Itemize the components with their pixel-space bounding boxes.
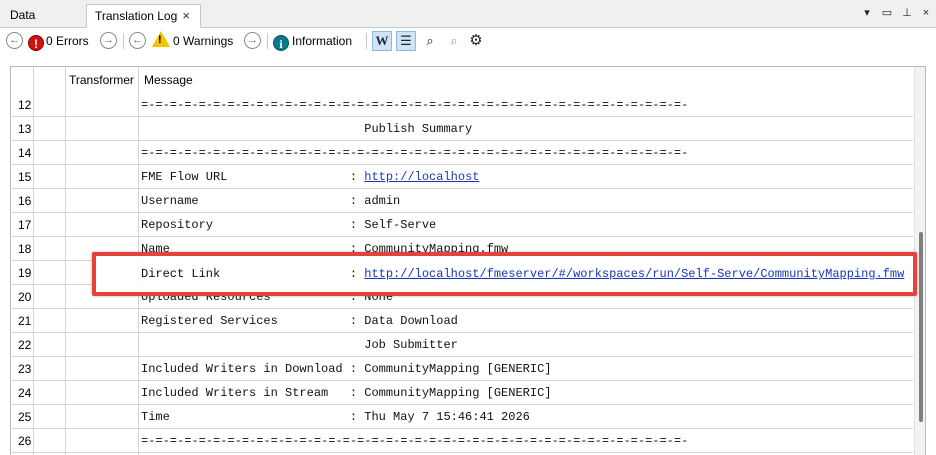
message-text: Username : admin	[141, 194, 401, 208]
message-cell: Publish Summary	[141, 117, 472, 141]
table-row[interactable]: 22 Job Submitter	[11, 333, 913, 357]
message-link[interactable]: http://localhost	[364, 170, 479, 184]
scrollbar-thumb[interactable]	[919, 232, 923, 422]
tab-translation-log[interactable]: Translation Log ×	[86, 4, 201, 28]
errors-label: 0 Errors	[46, 34, 89, 48]
message-text: =-=-=-=-=-=-=-=-=-=-=-=-=-=-=-=-=-=-=-=-…	[141, 434, 689, 448]
message-cell: Username : admin	[141, 189, 400, 213]
log-toolbar: ← ! 0 Errors → ← ! 0 Warnings → i Informati…	[0, 28, 936, 54]
message-text: Registered Services : Data Download	[141, 314, 458, 328]
toolbar-divider	[267, 33, 268, 49]
dropdown-menu-icon[interactable]: ▾	[860, 6, 874, 20]
column-header-message[interactable]: Message	[144, 67, 193, 94]
row-number: 22	[18, 338, 32, 352]
table-row[interactable]: 25 Time : Thu May 7 15:46:41 2026	[11, 405, 913, 429]
row-number: 14	[18, 146, 32, 160]
row-number: 12	[18, 98, 32, 112]
pin-icon[interactable]: ⊥	[900, 6, 914, 20]
next-warning-button[interactable]: →	[244, 32, 261, 49]
float-window-icon[interactable]: ▭	[880, 6, 894, 20]
message-text: Included Writers in Download : Community…	[141, 362, 552, 376]
highlight-box: Direct Link : http://localhost/fmeserver…	[92, 252, 917, 296]
tab-data-preview[interactable]: Data Preview	[2, 4, 86, 44]
direct-link-label: Direct Link :	[141, 267, 365, 281]
row-number: 20	[18, 290, 32, 304]
row-number: 18	[18, 242, 32, 256]
info-icon: i	[273, 35, 289, 51]
information-label: Information	[292, 34, 353, 48]
information-filter-button[interactable]: i Information	[273, 31, 352, 51]
direct-link-message: Direct Link : http://localhost/fmeserver…	[141, 262, 904, 286]
errors-filter-button[interactable]: ! 0 Errors	[28, 31, 89, 51]
close-tab-icon[interactable]: ×	[182, 5, 190, 27]
message-cell: Registered Services : Data Download	[141, 309, 458, 333]
message-cell: Job Submitter	[141, 333, 458, 357]
toolbar-divider	[366, 33, 367, 49]
row-number: 25	[18, 410, 32, 424]
message-cell: FME Flow URL : http://localhost	[141, 165, 479, 189]
previous-warning-button[interactable]: ←	[129, 32, 146, 49]
message-cell: Included Writers in Stream : CommunityMa…	[141, 381, 551, 405]
column-header-transformer[interactable]: Transformer	[69, 67, 134, 94]
row-number: 24	[18, 386, 32, 400]
message-cell: Included Writers in Download : Community…	[141, 357, 551, 381]
row-number: 23	[18, 362, 32, 376]
row-number: 17	[18, 218, 32, 232]
tab-bar: Data Preview Translation Log × ▾ ▭ ⊥ ×	[0, 0, 936, 44]
warning-icon: !	[152, 31, 170, 47]
message-text: Time : Thu May 7 15:46:41 2026	[141, 410, 530, 424]
table-row[interactable]: 26 =-=-=-=-=-=-=-=-=-=-=-=-=-=-=-=-=-=-=-…	[11, 429, 913, 453]
close-panel-icon[interactable]: ×	[919, 6, 933, 20]
message-cell: =-=-=-=-=-=-=-=-=-=-=-=-=-=-=-=-=-=-=-=-…	[141, 141, 688, 165]
table-row[interactable]: 17 Repository : Self-Serve	[11, 213, 913, 237]
table-row[interactable]: 23 Included Writers in Download : Communi…	[11, 357, 913, 381]
message-cell: Repository : Self-Serve	[141, 213, 436, 237]
row-number: 26	[18, 434, 32, 448]
error-icon: !	[28, 35, 44, 51]
table-row[interactable]: 12 =-=-=-=-=-=-=-=-=-=-=-=-=-=-=-=-=-=-=-…	[11, 93, 913, 117]
row-number: 19	[18, 266, 32, 280]
row-number: 21	[18, 314, 32, 328]
settings-icon[interactable]: ⚙	[466, 31, 486, 51]
message-cell: Time : Thu May 7 15:46:41 2026	[141, 405, 530, 429]
list-icon[interactable]: ☰	[396, 31, 416, 51]
message-text: Job Submitter	[141, 338, 458, 352]
find-next-icon[interactable]: ⌕	[444, 31, 464, 51]
row-number: 13	[18, 122, 32, 136]
table-row[interactable]: 21 Registered Services : Data Download	[11, 309, 913, 333]
tab-label: Translation Log	[95, 9, 178, 23]
table-row[interactable]: 15 FME Flow URL : http://localhost	[11, 165, 913, 189]
word-wrap-icon[interactable]: W	[372, 31, 392, 51]
table-row[interactable]: 14 =-=-=-=-=-=-=-=-=-=-=-=-=-=-=-=-=-=-=-…	[11, 141, 913, 165]
next-error-button[interactable]: →	[100, 32, 117, 49]
direct-link-url[interactable]: http://localhost/fmeserver/#/workspaces/…	[364, 267, 904, 281]
previous-error-button[interactable]: ←	[6, 32, 23, 49]
message-text: FME Flow URL :	[141, 170, 365, 184]
message-text: =-=-=-=-=-=-=-=-=-=-=-=-=-=-=-=-=-=-=-=-…	[141, 146, 689, 160]
table-row[interactable]: 16 Username : admin	[11, 189, 913, 213]
message-text: Included Writers in Stream : CommunityMa…	[141, 386, 552, 400]
row-number: 16	[18, 194, 32, 208]
message-cell: =-=-=-=-=-=-=-=-=-=-=-=-=-=-=-=-=-=-=-=-…	[141, 93, 688, 117]
table-row[interactable]: 13 Publish Summary	[11, 117, 913, 141]
toolbar-divider	[123, 33, 124, 49]
row-number: 15	[18, 170, 32, 184]
message-text: =-=-=-=-=-=-=-=-=-=-=-=-=-=-=-=-=-=-=-=-…	[141, 98, 689, 112]
warnings-label: 0 Warnings	[173, 34, 234, 48]
message-text: Repository : Self-Serve	[141, 218, 437, 232]
message-text: Publish Summary	[141, 122, 473, 136]
warnings-filter-button[interactable]: ! 0 Warnings	[152, 31, 233, 51]
table-row[interactable]: 24 Included Writers in Stream : Community…	[11, 381, 913, 405]
find-icon[interactable]: ⌕	[420, 31, 440, 51]
message-cell: =-=-=-=-=-=-=-=-=-=-=-=-=-=-=-=-=-=-=-=-…	[141, 429, 688, 453]
